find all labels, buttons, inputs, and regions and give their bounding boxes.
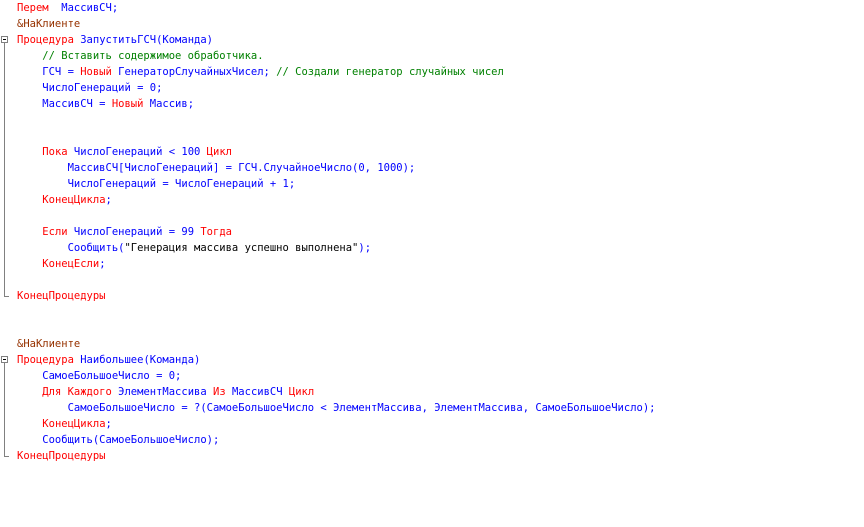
code-line[interactable]: КонецПроцедуры [17, 288, 106, 304]
compiler-directive: &НаКлиенте [17, 18, 81, 30]
keyword: Цикл [206, 146, 232, 158]
code-line[interactable]: Если ЧислоГенераций = 99 Тогда [17, 224, 232, 240]
compiler-directive: &НаКлиенте [17, 338, 81, 350]
keyword: Цикл [288, 386, 315, 398]
fold-guide-line [4, 43, 5, 296]
fold-guide-end [4, 296, 9, 297]
code-line[interactable]: МассивСЧ[ЧислоГенераций] = ГСЧ.Случайное… [17, 160, 416, 176]
code-line[interactable]: Сообщить(СамоеБольшоеЧисло); [17, 432, 219, 448]
keyword: КонецЕсли [42, 258, 100, 270]
keyword: Перем [17, 2, 49, 14]
code-text: Сообщить(СамоеБольшоеЧисло); [17, 434, 220, 446]
code-line[interactable]: &НаКлиенте [17, 16, 80, 32]
code-line[interactable]: Для Каждого ЭлементМассива Из МассивСЧ Ц… [17, 384, 314, 400]
code-text: МассивСЧ[ЧислоГенераций] = ГСЧ.Случайное… [17, 162, 416, 174]
code-line[interactable]: КонецПроцедуры [17, 448, 106, 464]
code-text: ; [105, 418, 112, 430]
keyword: Процедура [17, 354, 74, 366]
code-text: МассивСЧ; [48, 2, 119, 14]
code-line[interactable]: СамоеБольшоеЧисло = 0; [17, 368, 181, 384]
code-line[interactable]: &НаКлиенте [17, 336, 80, 352]
code-text: Массив; [143, 98, 195, 110]
keyword: Новый [80, 66, 112, 78]
code-line[interactable]: Сообщить("Генерация массива успешно выпо… [17, 240, 371, 256]
code-text: МассивСЧ [225, 386, 289, 398]
code-text: ); [358, 242, 372, 254]
code-text: ЧислоГенераций = 99 [67, 226, 201, 238]
code-text: ; [105, 194, 112, 206]
comment: // Вставить содержимое обработчика. [17, 50, 264, 62]
code-editor[interactable]: Перем МассивСЧ; &НаКлиенте Процедура Зап… [0, 0, 864, 527]
keyword: КонецПроцедуры [17, 450, 106, 462]
fold-collapse-icon[interactable] [1, 356, 8, 363]
code-line[interactable]: ГСЧ = Новый ГенераторСлучайныхЧисел; // … [17, 64, 504, 80]
code-line[interactable]: Перем МассивСЧ; [17, 0, 118, 16]
code-text: ЧислоГенераций = 0; [17, 82, 163, 94]
code-text: МассивСЧ = [17, 98, 112, 110]
code-text: ГенераторСлучайныхЧисел; [111, 66, 277, 78]
code-text: Наибольшее(Команда) [73, 354, 201, 366]
code-line[interactable]: ЧислоГенераций = 0; [17, 80, 162, 96]
code-text: ЭлементМассива [111, 386, 213, 398]
keyword: КонецЦикла [42, 418, 106, 430]
keyword: КонецПроцедуры [17, 290, 106, 302]
code-line[interactable]: КонецЦикла; [17, 416, 112, 432]
code-line[interactable]: ЧислоГенераций = ЧислоГенераций + 1; [17, 176, 296, 192]
fold-guide-line [4, 363, 5, 456]
keyword: Для Каждого [42, 386, 112, 398]
keyword: Если [42, 226, 68, 238]
code-line[interactable]: КонецЦикла; [17, 192, 112, 208]
code-text: СамоеБольшоеЧисло = ?(СамоеБольшоеЧисло … [17, 402, 656, 414]
code-text: ЧислоГенераций = ЧислоГенераций + 1; [17, 178, 296, 190]
code-text: СамоеБольшоеЧисло = 0; [17, 370, 182, 382]
string-literal: "Генерация массива успешно выполнена" [124, 242, 359, 254]
fold-collapse-icon[interactable] [1, 36, 8, 43]
keyword: КонецЦикла [42, 194, 106, 206]
code-line[interactable]: Процедура ЗапуститьГСЧ(Команда) [17, 32, 213, 48]
comment: // Создали генератор случайных чисел [276, 66, 504, 78]
code-line[interactable]: Пока ЧислоГенераций < 100 Цикл [17, 144, 232, 160]
keyword: Новый [111, 98, 144, 110]
code-line[interactable]: МассивСЧ = Новый Массив; [17, 96, 194, 112]
code-text: ; [99, 258, 106, 270]
keyword: Пока [42, 146, 68, 158]
code-text: ЗапуститьГСЧ(Команда) [73, 34, 213, 46]
keyword: Процедура [17, 34, 74, 46]
code-line[interactable]: Процедура Наибольшее(Команда) [17, 352, 200, 368]
keyword: Из [213, 386, 226, 398]
fold-guide-end [4, 456, 9, 457]
keyword: Тогда [200, 226, 232, 238]
code-text: Сообщить( [17, 242, 125, 254]
code-line[interactable]: // Вставить содержимое обработчика. [17, 48, 264, 64]
code-text: ЧислоГенераций < 100 [67, 146, 207, 158]
code-line[interactable]: СамоеБольшоеЧисло = ?(СамоеБольшоеЧисло … [17, 400, 656, 416]
code-text: ГСЧ = [17, 66, 81, 78]
code-line[interactable]: КонецЕсли; [17, 256, 106, 272]
